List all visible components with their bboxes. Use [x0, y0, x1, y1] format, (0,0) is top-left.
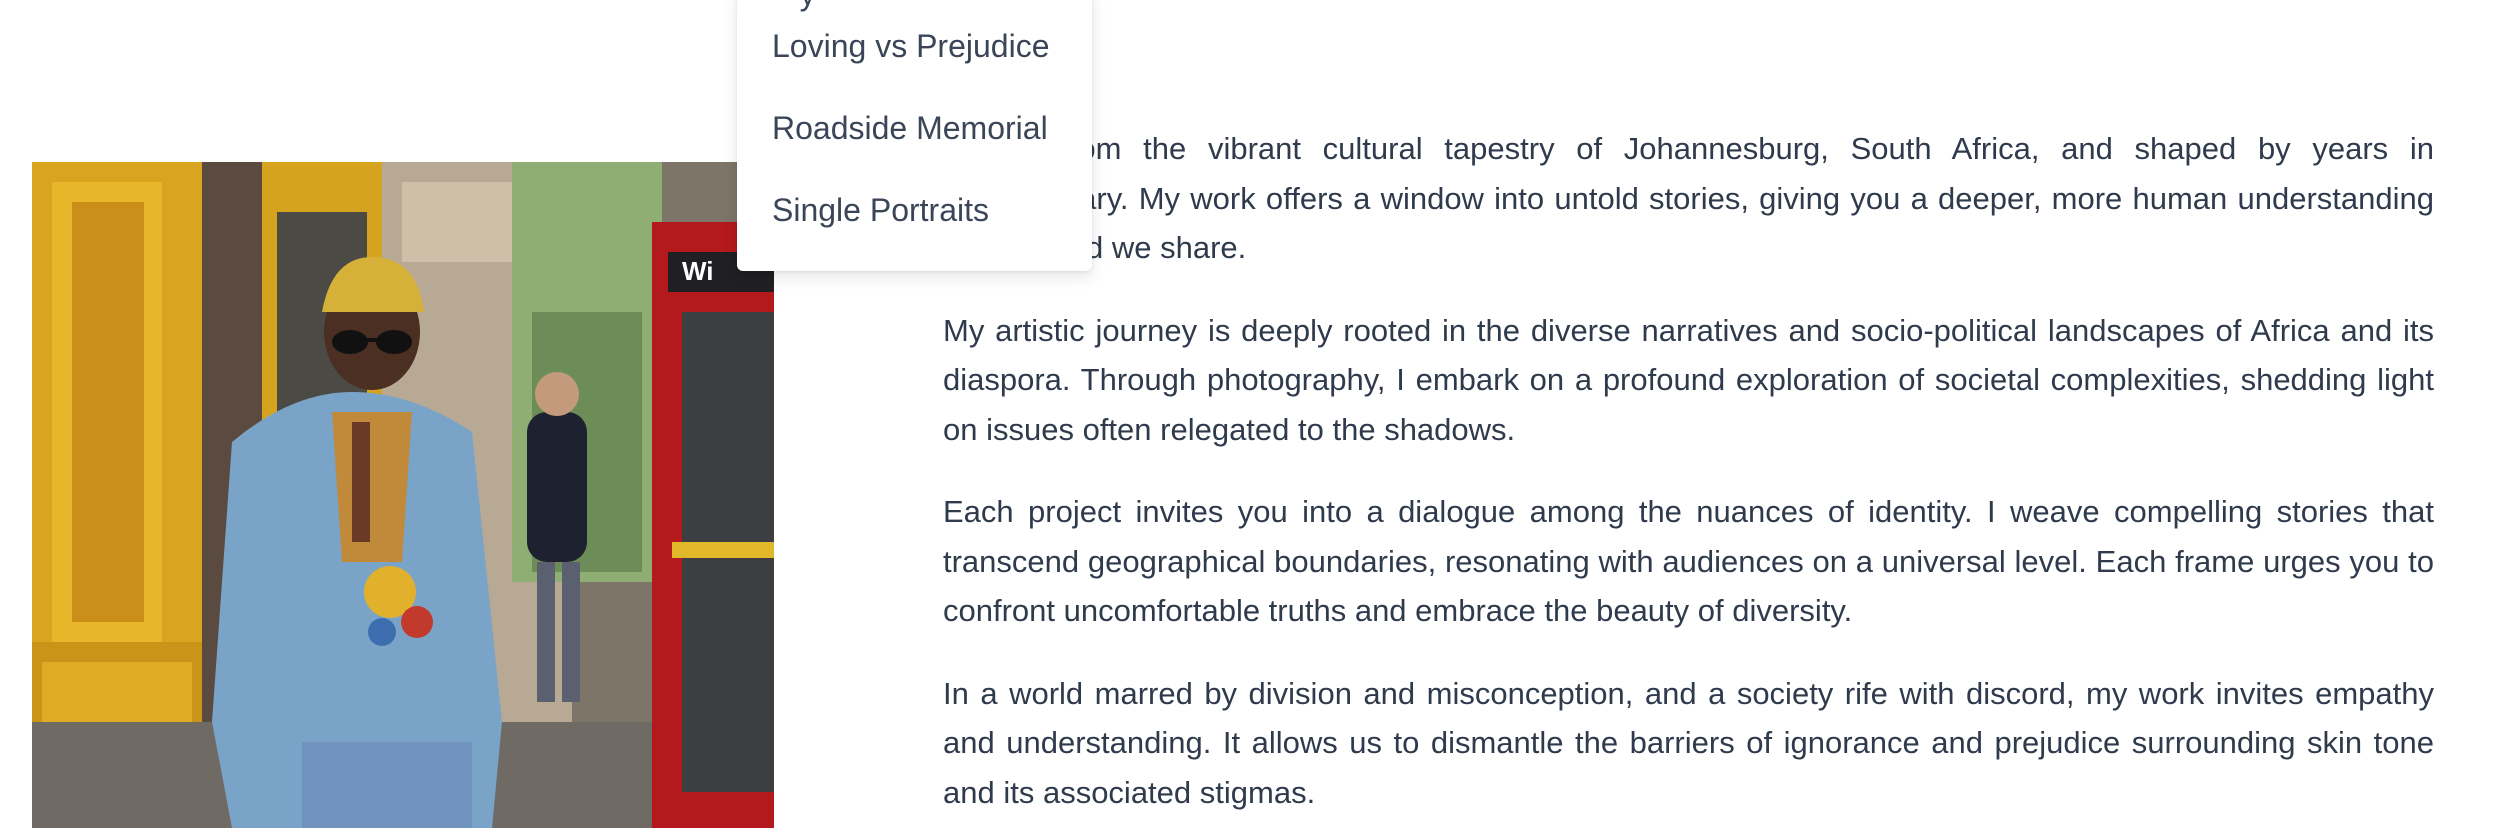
bio-paragraph: Each project invites you into a dialogue…: [943, 494, 2434, 628]
dropdown-item[interactable]: ~ y: [772, 0, 816, 14]
dropdown-item-roadside-memorial[interactable]: Roadside Memorial: [772, 108, 1048, 148]
portrait-photo: Wi: [32, 162, 774, 828]
bio-section: Hailing from the vibrant cultural tapest…: [943, 124, 2434, 828]
bio-paragraph: In a world marred by division and miscon…: [943, 675, 2434, 810]
bio-paragraph: My artistic journey is deeply rooted in …: [943, 312, 2434, 447]
dropdown-item-single-portraits[interactable]: Single Portraits: [772, 190, 989, 230]
phone-box-sign: Wi: [682, 256, 714, 286]
page: Wi Hailing from the vibrant cultural tap…: [0, 0, 2500, 828]
projects-dropdown-menu: ~ y Loving vs Prejudice Roadside Memoria…: [737, 0, 1092, 271]
dropdown-item-loving-vs-prejudice[interactable]: Loving vs Prejudice: [772, 26, 1049, 66]
bio-paragraph: Hailing from the vibrant cultural tapest…: [943, 131, 2434, 265]
